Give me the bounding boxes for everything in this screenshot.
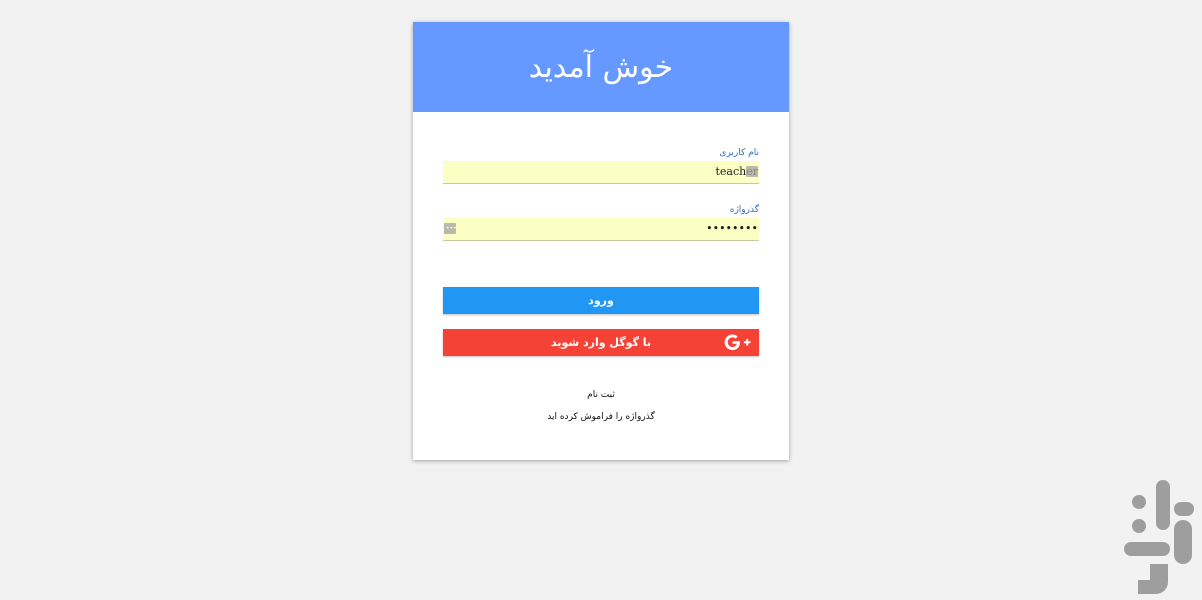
autofill-key-icon[interactable] (746, 166, 758, 177)
page-title: خوش آمدید (528, 49, 674, 85)
username-field: نام کاربری (443, 147, 759, 184)
password-field: گذرواژه ••• (443, 204, 759, 241)
password-input-wrap: ••• (443, 217, 759, 241)
bazaar-logo-icon (1124, 480, 1194, 594)
login-button[interactable]: ورود (443, 287, 759, 314)
card-header: خوش آمدید (413, 22, 789, 112)
forgot-password-link[interactable]: گذرواژه را فراموش کرده اید (413, 412, 789, 422)
username-input-wrap (443, 160, 759, 184)
google-plus-icon (724, 334, 751, 351)
google-button-label: با گوگل وارد شوید (550, 336, 652, 349)
register-link[interactable]: ثبت نام (413, 390, 789, 400)
password-manager-icon[interactable]: ••• (444, 223, 457, 234)
login-button-label: ورود (588, 294, 614, 307)
username-label: نام کاربری (719, 148, 759, 158)
password-label: گذرواژه (729, 205, 759, 215)
google-login-button[interactable]: با گوگل وارد شوید (443, 329, 759, 356)
username-input[interactable] (443, 160, 759, 184)
login-card: خوش آمدید نام کاربری گذرواژه ••• ورود با… (413, 22, 789, 460)
password-input[interactable] (443, 217, 759, 241)
